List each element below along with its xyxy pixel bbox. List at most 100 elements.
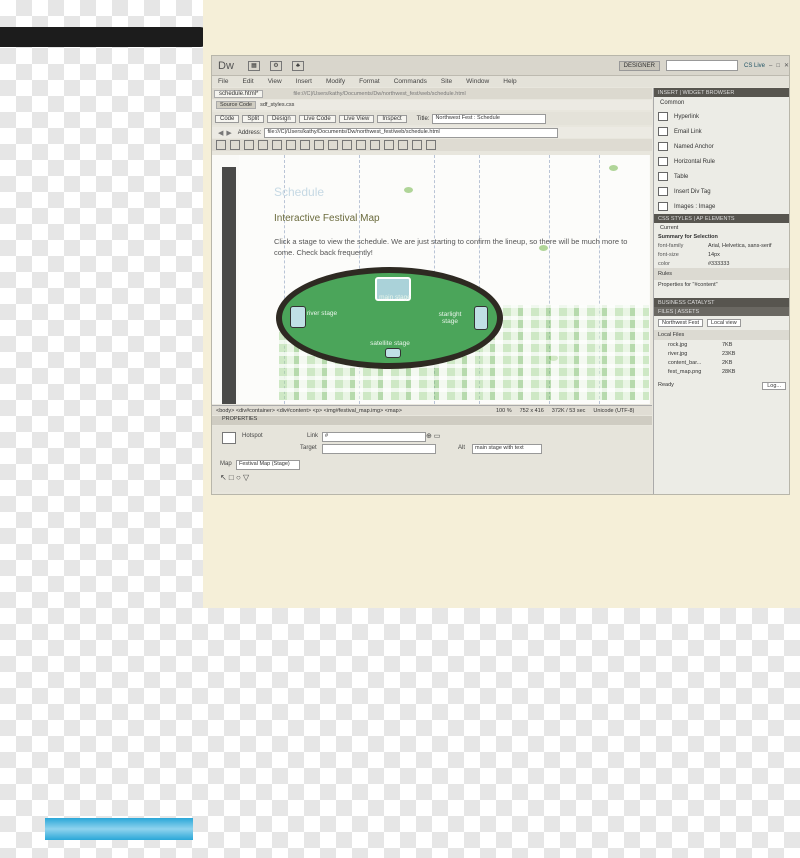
format-icon[interactable]	[384, 140, 394, 150]
format-icon[interactable]	[370, 140, 380, 150]
insert-email-link[interactable]: Email Link	[654, 124, 789, 139]
inspect-button[interactable]: Inspect	[377, 114, 407, 123]
address-input[interactable]: file:///C|/Users/kathy/Documents/Dw/nort…	[264, 127, 559, 138]
title-input[interactable]: Northwest Fest : Schedule	[432, 113, 547, 124]
table-icon	[658, 172, 668, 181]
menu-view[interactable]: View	[268, 78, 282, 85]
design-view-button[interactable]: Design	[267, 114, 296, 123]
link-label: Link	[307, 433, 319, 439]
file-row[interactable]: rock.jpg 7KB	[654, 340, 789, 349]
satellite-stage-hotspot[interactable]	[385, 348, 401, 358]
file-row[interactable]: fest_map.png 28KB	[654, 367, 789, 376]
insert-div-tag[interactable]: Insert Div Tag	[654, 184, 789, 199]
back-arrow-icon[interactable]: ◀	[218, 129, 223, 137]
css-row[interactable]: color #333333	[654, 259, 789, 268]
format-icon[interactable]	[356, 140, 366, 150]
map-name-input[interactable]: Festival Map (Stage)	[236, 460, 300, 470]
forward-arrow-icon[interactable]: ▶	[226, 129, 231, 137]
insert-table[interactable]: Table	[654, 169, 789, 184]
target-select[interactable]	[322, 444, 436, 454]
live-code-button[interactable]: Live Code	[298, 114, 336, 123]
file-row[interactable]: river.jpg 23KB	[654, 349, 789, 358]
zoom-level[interactable]: 100 %	[496, 408, 512, 414]
menu-help[interactable]: Help	[503, 78, 516, 85]
minimize-button[interactable]: –	[769, 63, 772, 69]
split-view-button[interactable]: Split	[242, 114, 265, 123]
insert-panel-header[interactable]: INSERT | WIDGET BROWSER	[654, 88, 789, 97]
file-row[interactable]: content_bar... 2KB	[654, 358, 789, 367]
alt-input[interactable]: main stage with text	[472, 444, 542, 454]
river-stage-hotspot[interactable]	[290, 306, 306, 328]
live-view-button[interactable]: Live View	[338, 114, 375, 123]
extend-icon[interactable]: ⚙	[270, 60, 282, 71]
view-select[interactable]: Local view	[706, 319, 741, 327]
format-icon[interactable]	[272, 140, 282, 150]
menu-site[interactable]: Site	[441, 78, 452, 85]
insert-image[interactable]: Images : Image	[654, 199, 789, 214]
css-row[interactable]: font-size 14px	[654, 250, 789, 259]
properties-header[interactable]: PROPERTIES	[212, 416, 652, 425]
layout-icon[interactable]: ▦	[248, 60, 260, 71]
cs-live-button[interactable]: CS Live	[744, 63, 765, 69]
target-label: Target	[300, 445, 317, 451]
menu-edit[interactable]: Edit	[242, 78, 253, 85]
site-select[interactable]: Northwest Fest	[658, 319, 703, 327]
document-tab[interactable]: schedule.html*	[214, 89, 264, 98]
insert-horizontal-rule[interactable]: Horizontal Rule	[654, 154, 789, 169]
css-row[interactable]: font-family Arial, Helvetica, sans-serif	[654, 241, 789, 250]
workspace-switcher[interactable]: DESIGNER	[618, 60, 660, 71]
leaf-graphic	[404, 187, 413, 193]
starlight-stage-hotspot[interactable]	[474, 306, 488, 330]
tag-selector[interactable]: <body> <div#container> <div#content> <p>…	[216, 408, 416, 414]
css-styles-header[interactable]: CSS STYLES | AP ELEMENTS	[654, 214, 789, 223]
right-panel-dock: INSERT | WIDGET BROWSER Common Hyperlink…	[653, 88, 789, 494]
format-icon[interactable]	[286, 140, 296, 150]
code-view-button[interactable]: Code	[215, 114, 240, 123]
insert-category[interactable]: Common	[654, 97, 789, 109]
decorative-blue-strip	[45, 818, 193, 840]
css-current-tab[interactable]: Current	[654, 223, 789, 233]
format-icon[interactable]	[342, 140, 352, 150]
source-code-tab[interactable]: Source Code	[216, 101, 257, 109]
business-catalyst-header[interactable]: BUSINESS CATALYST	[654, 298, 789, 307]
format-icon[interactable]	[412, 140, 422, 150]
maximize-button[interactable]: □	[776, 63, 780, 69]
related-file-tab[interactable]: sdf_styles.css	[260, 102, 294, 108]
dreamweaver-window: Dw ▦ ⚙ ♣ DESIGNER CS Live – □ ✕ File Edi…	[211, 55, 790, 495]
folder-icon[interactable]: ⊕ ▭	[426, 432, 440, 440]
files-panel-header[interactable]: FILES | ASSETS	[654, 307, 789, 316]
css-rules-label[interactable]: Rules	[654, 268, 789, 280]
log-button[interactable]: Log...	[762, 382, 786, 390]
menu-file[interactable]: File	[218, 78, 228, 85]
close-button[interactable]: ✕	[784, 62, 789, 69]
insert-named-anchor[interactable]: Named Anchor	[654, 139, 789, 154]
insert-hyperlink[interactable]: Hyperlink	[654, 109, 789, 124]
css-properties-for: Properties for "#content"	[658, 282, 718, 288]
window-size[interactable]: 752 x 416	[520, 408, 544, 414]
design-view[interactable]: Schedule Interactive Festival Map Click …	[212, 155, 650, 404]
hotspot-label: Hotspot	[242, 433, 263, 439]
help-search-input[interactable]	[665, 60, 738, 71]
menu-commands[interactable]: Commands	[394, 78, 427, 85]
menu-window[interactable]: Window	[466, 78, 489, 85]
map-heading: Interactive Festival Map	[274, 213, 380, 224]
format-icon[interactable]	[244, 140, 254, 150]
format-icon[interactable]	[230, 140, 240, 150]
starlight-stage-label: starlight stage	[438, 311, 462, 325]
related-files-bar: Source Code sdf_styles.css	[212, 100, 652, 110]
format-icon[interactable]	[258, 140, 268, 150]
format-icon[interactable]	[398, 140, 408, 150]
link-input[interactable]: #	[322, 432, 426, 442]
format-icon[interactable]	[216, 140, 226, 150]
menu-insert[interactable]: Insert	[296, 78, 312, 85]
menu-modify[interactable]: Modify	[326, 78, 345, 85]
format-icon[interactable]	[314, 140, 324, 150]
menu-format[interactable]: Format	[359, 78, 380, 85]
festival-map-image[interactable]: main stage river stage starlight stage s…	[276, 267, 503, 369]
format-icon[interactable]	[328, 140, 338, 150]
format-icon[interactable]	[426, 140, 436, 150]
site-icon[interactable]: ♣	[292, 60, 304, 71]
hotspot-tools-icon[interactable]: ↖ □ ○ ▽	[220, 473, 249, 482]
format-icon[interactable]	[300, 140, 310, 150]
download-size: 372K / 53 sec	[551, 407, 586, 414]
